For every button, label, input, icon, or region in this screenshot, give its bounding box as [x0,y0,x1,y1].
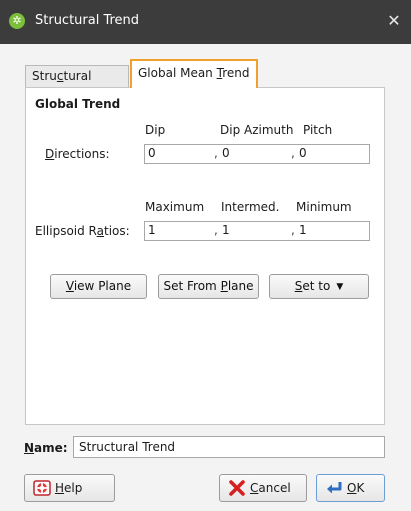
help-icon [33,480,51,496]
set-to-button[interactable]: Set to ▼ [269,274,369,299]
pitch-input[interactable]: 0 [299,146,307,160]
separator: , [214,223,218,237]
view-plane-button[interactable]: View Plane [50,274,147,299]
separator: , [291,223,295,237]
set-to-label: Set to [294,279,331,293]
dip-azimuth-header: Dip Azimuth [220,123,294,137]
minimum-header: Minimum [296,200,352,214]
dip-azimuth-input[interactable]: 0 [222,146,230,160]
set-from-plane-label: Set From Plane [163,279,254,293]
dip-input[interactable]: 0 [148,146,156,160]
cancel-icon [229,480,245,496]
set-from-plane-button[interactable]: Set From Plane [158,274,259,299]
cancel-button[interactable]: Cancel [219,474,307,502]
maximum-input[interactable]: 1 [148,223,156,237]
pitch-header: Pitch [303,123,333,137]
ellipsoid-ratios-label: Ellipsoid Ratios: [35,224,130,238]
dip-header: Dip [145,123,166,137]
ok-label: OK [347,481,365,495]
global-trend-heading: Global Trend [35,97,121,111]
maximum-header: Maximum [145,200,205,214]
app-icon: ✲ [9,13,25,29]
title-bar: ✲ Structural Trend ✕ [0,0,411,44]
close-icon[interactable]: ✕ [383,10,405,32]
tab-global-mean-trend[interactable]: Global Mean Trend [130,59,258,88]
cancel-label: Cancel [250,481,291,495]
separator: , [291,146,295,160]
window-title: Structural Trend [35,13,140,28]
view-plane-label: View Plane [65,279,132,293]
intermediate-input[interactable]: 1 [222,223,230,237]
directions-label: Directions: [45,147,110,161]
help-label: Help [55,481,83,495]
ellipsoid-ratio-fields: 1 , 1 , 1 [144,221,370,241]
ok-button[interactable]: OK [316,474,385,502]
name-input[interactable] [73,436,385,458]
global-mean-trend-panel: Global Trend Dip Dip Azimuth Pitch Direc… [25,87,385,425]
tab-structural-trend[interactable]: Structural Trend [25,65,129,103]
chevron-down-icon: ▼ [336,282,344,292]
minimum-input[interactable]: 1 [299,223,307,237]
intermediate-header: Intermed. [221,200,280,214]
directions-fields: 0 , 0 , 0 [144,144,370,164]
separator: , [214,146,218,160]
help-button[interactable]: Help [24,474,115,502]
name-label: Name: [24,441,68,455]
ok-icon [327,482,342,494]
tab-global-mean-trend-label: Global Mean Trend [138,66,250,80]
